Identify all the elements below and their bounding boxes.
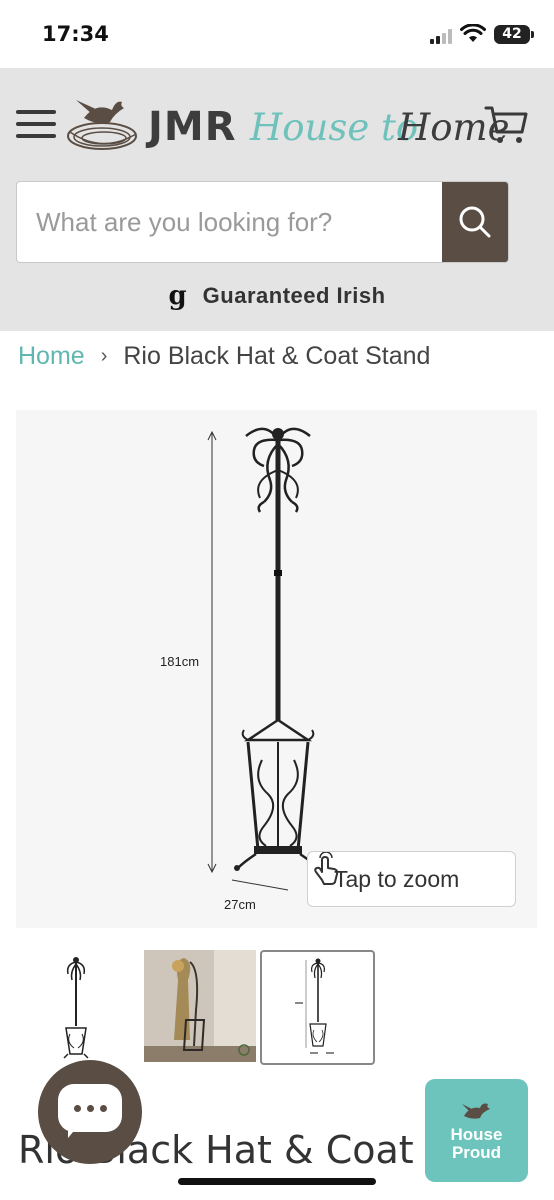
tap-to-zoom-label: Tap to zoom [334, 865, 460, 892]
battery-icon: 42 [494, 25, 534, 44]
bird-nest-logo-icon [67, 100, 137, 150]
thumbnail-dimensions-selected[interactable] [260, 950, 375, 1065]
house-proud-text: House Proud [450, 1124, 503, 1162]
search-icon [459, 206, 491, 238]
wifi-icon [460, 24, 486, 42]
search-input[interactable] [17, 182, 443, 262]
status-time: 17:34 [42, 22, 109, 46]
house-proud-line1: House [450, 1124, 503, 1144]
thumbnail-front[interactable] [20, 950, 132, 1062]
search-button[interactable] [442, 182, 508, 262]
chevron-right-icon: › [100, 344, 108, 367]
coat-stand-thumbnail-image [63, 957, 89, 1059]
height-dimension-label: 181cm [160, 654, 200, 669]
house-proud-line2: Proud [451, 1142, 502, 1162]
guaranteed-irish-banner: g Guaranteed Irish [0, 278, 554, 314]
breadcrumb: Home › Rio Black Hat & Coat Stand [18, 340, 430, 372]
thumbnail-strip [0, 950, 554, 1065]
lifestyle-thumbnail-image [144, 950, 256, 1062]
breadcrumb-home-link[interactable]: Home [18, 342, 85, 371]
chat-bubble-icon [58, 1084, 122, 1132]
chat-button[interactable] [38, 1060, 142, 1164]
guaranteed-irish-icon: g [168, 281, 187, 311]
search-bar [16, 181, 509, 263]
product-main-image[interactable]: 181cm 27cm Tap to zoom [16, 410, 537, 928]
site-header: JMR House to Home g Guaranteed Irish [0, 68, 554, 331]
width-dimension-label: 27cm [224, 897, 256, 912]
dimensions-thumbnail-image [295, 958, 334, 1054]
logo-brand-text: JMR [148, 104, 237, 150]
status-bar: 17:34 42 [0, 0, 554, 68]
hamburger-menu-icon[interactable] [16, 108, 56, 140]
tap-to-zoom-button[interactable]: Tap to zoom [307, 851, 516, 907]
tap-hand-icon [314, 852, 339, 885]
bird-icon [461, 1103, 490, 1119]
site-logo[interactable]: JMR House to Home [62, 92, 510, 158]
guaranteed-irish-text: Guaranteed Irish [202, 283, 386, 308]
signal-icon [430, 28, 454, 44]
logo-tagline-part1: House to [250, 106, 419, 149]
breadcrumb-current: Rio Black Hat & Coat Stand [123, 341, 431, 370]
cart-icon[interactable] [484, 102, 528, 146]
house-proud-badge[interactable]: House Proud [425, 1079, 528, 1182]
home-indicator[interactable] [178, 1178, 376, 1185]
thumbnail-lifestyle[interactable] [144, 950, 256, 1062]
